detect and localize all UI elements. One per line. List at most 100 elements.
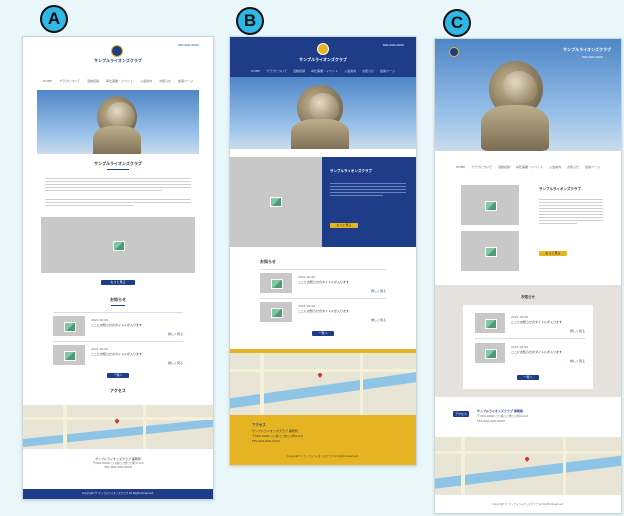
b-news-item[interactable]: 2021.00.00 ここにお知らせのタイトルが入ります 詳しく見る [260,273,386,295]
c-map[interactable] [435,437,621,495]
c-news-thumb [475,343,505,363]
b-nav-item[interactable]: 活動記録 [293,69,305,73]
c-image-placeholder [461,185,519,225]
b-footer-name: サンプルライオンズクラブ 事務局 [252,429,298,433]
a-news-underline [111,305,125,306]
b-news-date: 2021.00.00 [298,275,316,279]
b-nav-item[interactable]: お知らせ [362,69,374,73]
b-news-thumb [260,302,292,322]
c-footer-tel: TEL:000-000-0000 [477,419,505,423]
b-club-name[interactable]: サンプルライオンズクラブ [230,57,416,62]
a-more-button[interactable]: もっと見る [101,280,135,285]
b-news-heading: お知らせ [260,259,276,264]
a-news-more[interactable]: 詳しく見る [168,361,183,365]
b-nav-item[interactable]: 会員ページ [380,69,395,73]
a-nav-item[interactable]: クラブについて [59,79,80,83]
a-news-item[interactable]: 2021.00.00 ここにお知らせのタイトルが入ります 詳しく見る [53,316,183,338]
a-image-placeholder [41,217,195,273]
c-lion-statue-icon [475,57,555,151]
a-news-more[interactable]: 詳しく見る [168,332,183,336]
b-news-item[interactable]: 2021.00.00 ここにお知らせのタイトルが入ります 詳しく見る [260,302,386,324]
c-news-more[interactable]: 詳しく見る [570,359,585,363]
label-c-badge: C [443,9,471,37]
a-nav-item[interactable]: お知らせ [159,79,171,83]
a-news-thumb [53,316,85,336]
a-nav-item[interactable]: HOME [43,79,52,83]
a-news-date: 2021.00.00 [91,347,109,351]
b-list-button[interactable]: 一覧へ [312,331,334,336]
c-club-name[interactable]: サンプルライオンズクラブ [563,47,611,52]
a-news-thumb [53,345,85,365]
c-hero-image: サンプルライオンズクラブ 000-000-0000 [435,39,621,151]
b-lion-statue-icon [285,83,355,149]
a-phone: 000-000-0000 [177,43,199,47]
c-list-button[interactable]: 一覧へ [517,375,539,380]
c-more-button[interactable]: もっと見る [539,251,567,256]
c-about-heading: サンプルライオンズクラブ [539,187,581,191]
a-about-text [45,176,191,208]
c-news-title: ここにお知らせのタイトルが入ります [511,350,562,354]
b-nav-item[interactable]: 奉仕事業・イベント [311,69,338,73]
label-b-badge: B [236,7,264,35]
c-news-item[interactable]: 2021.00.00 ここにお知らせのタイトルが入ります 詳しく見る [475,343,585,365]
image-placeholder-icon [271,308,283,318]
a-footer: サンプルライオンズクラブ 事務局 〒000-0000 ○○県○○市○○町0-0-… [23,449,213,489]
c-nav-item[interactable]: クラブについて [471,165,492,169]
b-news-more[interactable]: 詳しく見る [371,289,386,293]
b-phone: 000-000-0000 [382,43,404,47]
c-footer-address: 〒000-0000 ○○県○○市○○町0-0-0 [477,414,528,418]
a-map[interactable] [23,405,213,449]
image-placeholder-icon [270,197,282,207]
c-news-date: 2021.00.00 [511,345,529,349]
c-nav-item[interactable]: 活動記録 [498,165,510,169]
c-news-heading: お知らせ [521,295,535,299]
b-news-date: 2021.00.00 [298,304,316,308]
a-about-heading: サンプルライオンズクラブ [94,161,142,166]
a-logo-icon [111,45,123,57]
mockup-c: サンプルライオンズクラブ 000-000-0000 HOME クラブについて 活… [434,38,622,514]
c-nav-item[interactable]: 奉仕事業・イベント [516,165,543,169]
c-logo-icon [449,47,459,57]
a-list-button[interactable]: 一覧へ [107,373,129,378]
c-footer-name: サンプルライオンズクラブ 事務局 [477,409,523,413]
b-footer-tel: TEL:000-000-0000 [252,439,280,443]
b-news-more[interactable]: 詳しく見る [371,318,386,322]
mockup-a: 000-000-0000 サンプルライオンズクラブ HOME クラブについて 活… [22,36,214,500]
a-nav-item[interactable]: 会員ページ [178,79,193,83]
a-news-title: ここにお知らせのタイトルが入ります [91,323,142,327]
a-club-name[interactable]: サンプルライオンズクラブ [23,58,213,63]
image-placeholder-icon [485,349,497,359]
a-copyright-bar: Copyright © サンプルライオンズクラブ All Rights Rese… [23,489,213,499]
c-access-tag: アクセス [453,411,469,417]
image-placeholder-icon [485,201,497,211]
a-news-item[interactable]: 2021.00.00 ここにお知らせのタイトルが入ります 詳しく見る [53,345,183,367]
a-nav-item[interactable]: 奉仕事業・イベント [106,79,133,83]
map-pin-icon [317,372,323,378]
b-more-button[interactable]: もっと見る [330,223,358,228]
c-news-item[interactable]: 2021.00.00 ここにお知らせのタイトルが入ります 詳しく見る [475,313,585,335]
c-nav-item[interactable]: 入会案内 [549,165,561,169]
c-news-thumb [475,313,505,333]
b-footer-heading: アクセス [252,423,266,427]
b-news-thumb [260,273,292,293]
a-nav-item[interactable]: 入会案内 [140,79,152,83]
a-heading-underline [107,169,129,170]
c-about-text [539,197,603,226]
mockup-b: 000-000-0000 サンプルライオンズクラブ HOME クラブについて 活… [229,36,417,466]
c-news-more[interactable]: 詳しく見る [570,329,585,333]
c-nav-item[interactable]: HOME [456,165,465,169]
b-nav-item[interactable]: HOME [251,69,260,73]
b-map[interactable] [230,349,416,415]
c-nav-item[interactable]: お知らせ [567,165,579,169]
c-news-card: 2021.00.00 ここにお知らせのタイトルが入ります 詳しく見る 2021.… [463,305,593,389]
b-footer-address: 〒000-0000 ○○県○○市○○町0-0-0 [252,434,303,438]
b-nav-item[interactable]: 入会案内 [344,69,356,73]
a-news-heading: お知らせ [110,297,126,302]
c-news-title: ここにお知らせのタイトルが入ります [511,320,562,324]
c-nav-item[interactable]: 会員ページ [585,165,600,169]
image-placeholder-icon [113,241,125,251]
b-logo-icon [317,43,329,55]
a-nav-item[interactable]: 活動記録 [87,79,99,83]
b-header: 000-000-0000 サンプルライオンズクラブ HOME クラブについて 活… [230,37,416,77]
b-nav-item[interactable]: クラブについて [266,69,287,73]
